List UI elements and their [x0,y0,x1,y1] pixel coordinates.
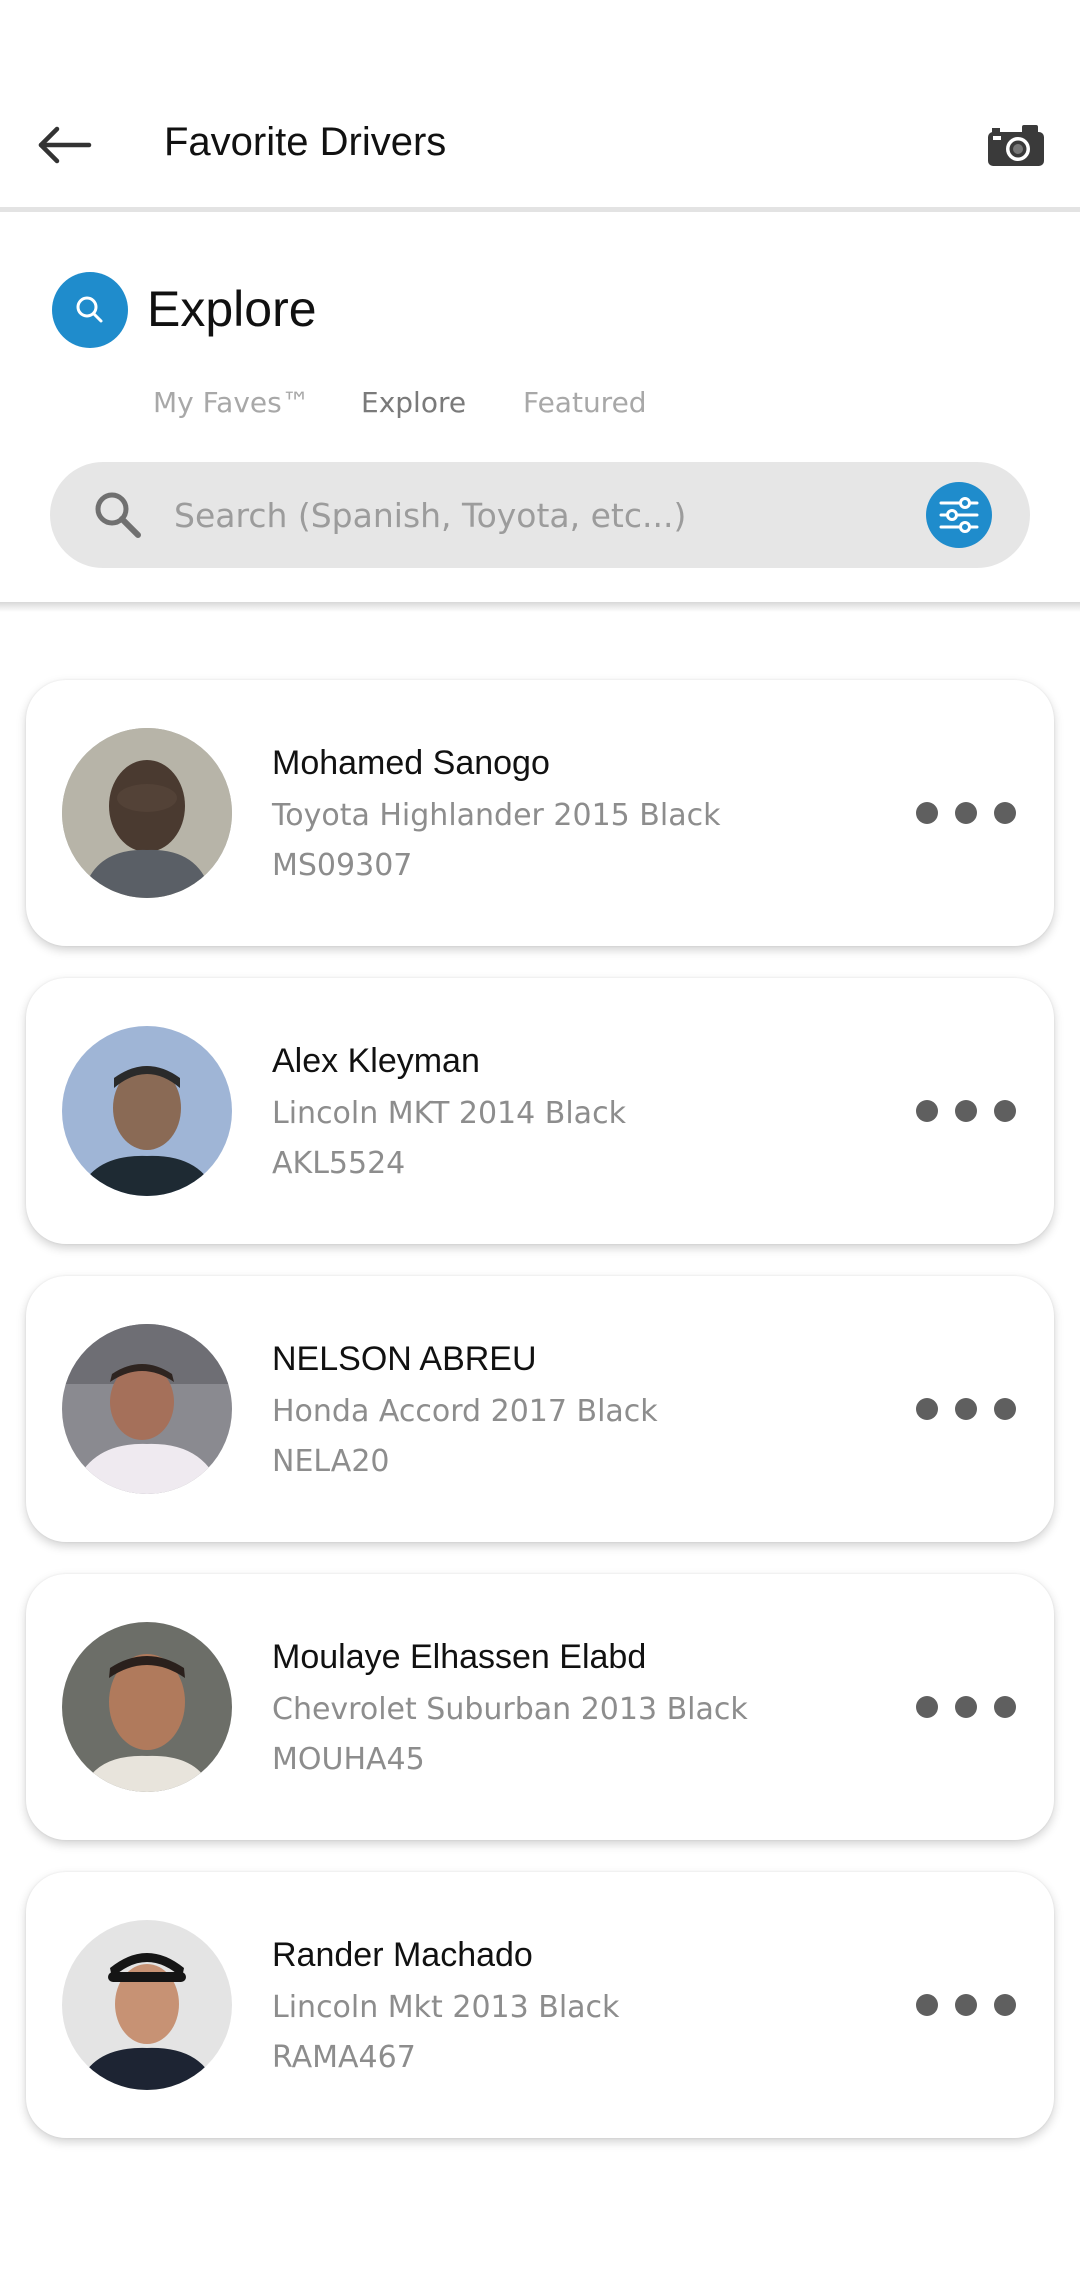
more-options-button[interactable] [916,1389,1016,1429]
driver-plate: MS09307 [272,848,413,883]
header-shadow [0,602,1080,612]
driver-avatar [62,1920,232,2090]
driver-card[interactable]: Rander Machado Lincoln Mkt 2013 Black RA… [26,1872,1054,2138]
driver-avatar [62,1026,232,1196]
page-title: Favorite Drivers [164,120,447,164]
app-bar: Favorite Drivers [0,0,1080,212]
driver-plate: NELA20 [272,1444,390,1479]
more-options-button[interactable] [916,1687,1016,1727]
driver-card[interactable]: Mohamed Sanogo Toyota Highlander 2015 Bl… [26,680,1054,946]
tab-explore[interactable]: Explore [361,386,466,419]
driver-name: Rander Machado [272,1936,533,1974]
filter-button[interactable] [926,482,992,548]
sliders-icon [939,497,979,533]
explore-title: Explore [147,281,317,337]
arrow-left-icon [38,126,92,164]
driver-card[interactable]: Alex Kleyman Lincoln MKT 2014 Black AKL5… [26,978,1054,1244]
more-options-button[interactable] [916,1091,1016,1131]
more-options-button[interactable] [916,1985,1016,2025]
driver-avatar [62,728,232,898]
driver-name: Mohamed Sanogo [272,744,550,782]
driver-plate: RAMA467 [272,2040,416,2075]
back-button[interactable] [28,108,102,182]
driver-card[interactable]: NELSON ABREU Honda Accord 2017 Black NEL… [26,1276,1054,1542]
driver-name: Alex Kleyman [272,1042,480,1080]
driver-vehicle: Lincoln MKT 2014 Black [272,1096,626,1131]
driver-card[interactable]: Moulaye Elhassen Elabd Chevrolet Suburba… [26,1574,1054,1840]
search-icon [76,296,103,323]
camera-icon [988,125,1044,166]
driver-avatar [62,1324,232,1494]
driver-vehicle: Honda Accord 2017 Black [272,1394,658,1429]
explore-header: Explore My Faves™ Explore Featured [0,212,1080,612]
camera-button[interactable] [976,110,1056,180]
search-bar [50,462,1030,568]
driver-plate: AKL5524 [272,1146,406,1181]
tab-featured[interactable]: Featured [523,386,647,419]
driver-avatar [62,1622,232,1792]
more-options-button[interactable] [916,793,1016,833]
search-input[interactable] [174,482,934,548]
driver-vehicle: Chevrolet Suburban 2013 Black [272,1692,748,1727]
driver-vehicle: Toyota Highlander 2015 Black [272,798,721,833]
tab-bar: My Faves™ Explore Featured [0,372,1080,442]
search-icon [95,492,141,538]
driver-vehicle: Lincoln Mkt 2013 Black [272,1990,620,2025]
driver-name: NELSON ABREU [272,1340,537,1378]
driver-plate: MOUHA45 [272,1742,425,1777]
driver-name: Moulaye Elhassen Elabd [272,1638,647,1676]
tab-my-faves[interactable]: My Faves™ [153,386,310,419]
explore-badge [52,272,128,348]
